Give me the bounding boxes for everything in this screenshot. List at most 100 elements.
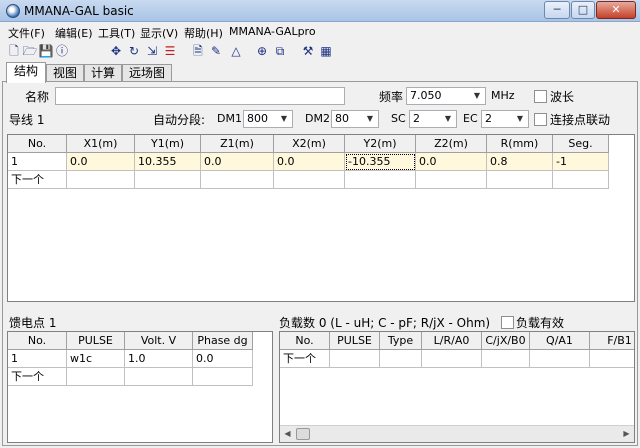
close-button[interactable]: ✕: [596, 1, 636, 19]
menu-edit[interactable]: 编辑(E): [55, 25, 93, 41]
ec-value: 2: [485, 112, 492, 125]
tools-icon[interactable]: ⚒: [300, 43, 316, 59]
empty-cell[interactable]: [345, 171, 416, 189]
cell-phase[interactable]: 0.0: [193, 350, 253, 368]
next-row-label[interactable]: 下一个: [280, 350, 330, 368]
col-header-y1: Y1(m): [135, 135, 201, 153]
tab-view[interactable]: 视图: [46, 64, 84, 82]
wavelength-label: 波长: [550, 90, 575, 104]
empty-cell[interactable]: [274, 171, 345, 189]
empty-cell[interactable]: [380, 350, 422, 368]
wavelength-checkbox[interactable]: [534, 90, 547, 103]
cell-y1[interactable]: 10.355: [135, 153, 201, 171]
cell-x2[interactable]: 0.0: [274, 153, 345, 171]
cell-volt[interactable]: 1.0: [125, 350, 193, 368]
maximize-button[interactable]: □: [571, 1, 595, 19]
cell-no[interactable]: 1: [8, 153, 67, 171]
col-header-type: Type: [380, 332, 422, 350]
menu-view[interactable]: 显示(V): [140, 25, 178, 41]
copy-icon[interactable]: ⧉: [272, 43, 288, 59]
scroll-left-icon[interactable]: ◀: [280, 427, 295, 441]
empty-cell[interactable]: [482, 350, 530, 368]
col-header-volt: Volt. V: [125, 332, 193, 350]
empty-cell[interactable]: [553, 171, 609, 189]
table-row[interactable]: 1 w1c 1.0 0.0: [8, 350, 272, 368]
menu-help[interactable]: 帮助(H): [184, 25, 223, 41]
calculator-icon[interactable]: ▦: [318, 43, 334, 59]
dm1-label: DM1: [217, 112, 242, 125]
tab-calculate[interactable]: 计算: [84, 64, 122, 82]
cell-r[interactable]: 0.8: [487, 153, 553, 171]
cell-no[interactable]: 1: [8, 350, 67, 368]
chevron-down-icon: ▼: [280, 114, 288, 123]
col-header-lra0: L/R/A0: [422, 332, 482, 350]
cell-z2[interactable]: 0.0: [416, 153, 487, 171]
empty-cell[interactable]: [193, 368, 253, 386]
empty-cell[interactable]: [67, 368, 125, 386]
split-icon[interactable]: ☰: [162, 43, 178, 59]
empty-cell[interactable]: [125, 368, 193, 386]
target-icon[interactable]: ⊕: [254, 43, 270, 59]
sources-table[interactable]: No. PULSE Volt. V Phase dg 1 w1c 1.0 0.0…: [7, 331, 273, 443]
open-icon[interactable]: 🗁: [22, 43, 38, 59]
tab-structure[interactable]: 结构: [6, 62, 46, 83]
scroll-thumb[interactable]: [296, 428, 310, 440]
loads-label: 负载数 0 (L - uH; C - pF; R/jX - Ohm): [279, 316, 491, 330]
empty-cell[interactable]: [416, 171, 487, 189]
empty-cell[interactable]: [67, 171, 135, 189]
next-row-label[interactable]: 下一个: [8, 171, 67, 189]
wires-count-label: 导线 1: [9, 113, 45, 127]
scroll-right-icon[interactable]: ▶: [619, 427, 634, 441]
empty-cell[interactable]: [530, 350, 590, 368]
menu-file[interactable]: 文件(F): [8, 25, 45, 41]
sc-label: SC: [391, 112, 406, 125]
info-icon[interactable]: ⓘ: [54, 43, 70, 59]
empty-cell[interactable]: [201, 171, 274, 189]
col-header-seg: Seg.: [553, 135, 609, 153]
name-input[interactable]: [55, 87, 345, 105]
ec-select[interactable]: 2 ▼: [481, 110, 529, 128]
app-icon: [6, 4, 20, 18]
connect-points-checkbox[interactable]: [534, 113, 547, 126]
table-row[interactable]: 1 0.0 10.355 0.0 0.0 -10.355 0.0 0.8 -1: [8, 153, 634, 171]
table-row[interactable]: 下一个: [280, 350, 634, 368]
dm2-select[interactable]: 80 ▼: [331, 110, 379, 128]
dm1-select[interactable]: 800 ▼: [243, 110, 293, 128]
table-row[interactable]: 下一个: [8, 368, 272, 386]
cell-seg[interactable]: -1: [553, 153, 609, 171]
menu-mmana-galpro[interactable]: MMANA-GALpro: [229, 25, 316, 38]
loads-enabled-checkbox[interactable]: [501, 316, 514, 329]
menu-tools[interactable]: 工具(T): [98, 25, 135, 41]
empty-cell[interactable]: [487, 171, 553, 189]
wires-table[interactable]: No. X1(m) Y1(m) Z1(m) X2(m) Y2(m) Z2(m) …: [7, 134, 635, 302]
frequency-select[interactable]: 7.050 ▼: [406, 87, 486, 105]
table-row[interactable]: 下一个: [8, 171, 634, 189]
cell-y2[interactable]: -10.355: [345, 153, 416, 171]
next-row-label[interactable]: 下一个: [8, 368, 67, 386]
rotate-icon[interactable]: ↻: [126, 43, 142, 59]
empty-cell[interactable]: [135, 171, 201, 189]
tab-far-field[interactable]: 远场图: [122, 64, 172, 82]
cell-x1[interactable]: 0.0: [67, 153, 135, 171]
move-icon[interactable]: ✥: [108, 43, 124, 59]
dm1-value: 800: [247, 112, 268, 125]
sources-label: 馈电点 1: [9, 316, 57, 330]
loads-horizontal-scrollbar[interactable]: ◀ ▶: [280, 425, 634, 442]
empty-cell[interactable]: [422, 350, 482, 368]
pen-icon[interactable]: ✎: [208, 43, 224, 59]
save-icon[interactable]: 💾: [38, 43, 54, 59]
empty-cell[interactable]: [330, 350, 380, 368]
minimize-button[interactable]: ─: [544, 1, 570, 19]
dm2-value: 80: [335, 112, 349, 125]
sc-select[interactable]: 2 ▼: [409, 110, 457, 128]
cell-z1[interactable]: 0.0: [201, 153, 274, 171]
loads-table[interactable]: No. PULSE Type L/R/A0 C/jX/B0 Q/A1 F/B1 …: [279, 331, 635, 443]
menu-bar: 文件(F) 编辑(E) 工具(T) 显示(V) 帮助(H) MMANA-GALp…: [0, 22, 640, 40]
empty-cell[interactable]: [590, 350, 634, 368]
new-icon[interactable]: 🗋: [6, 43, 22, 59]
cell-pulse[interactable]: w1c: [67, 350, 125, 368]
triangle-icon[interactable]: △: [228, 43, 244, 59]
doc-icon[interactable]: 🗎: [190, 43, 206, 59]
chevron-down-icon: ▼: [366, 114, 374, 123]
resize-icon[interactable]: ⇲: [144, 43, 160, 59]
